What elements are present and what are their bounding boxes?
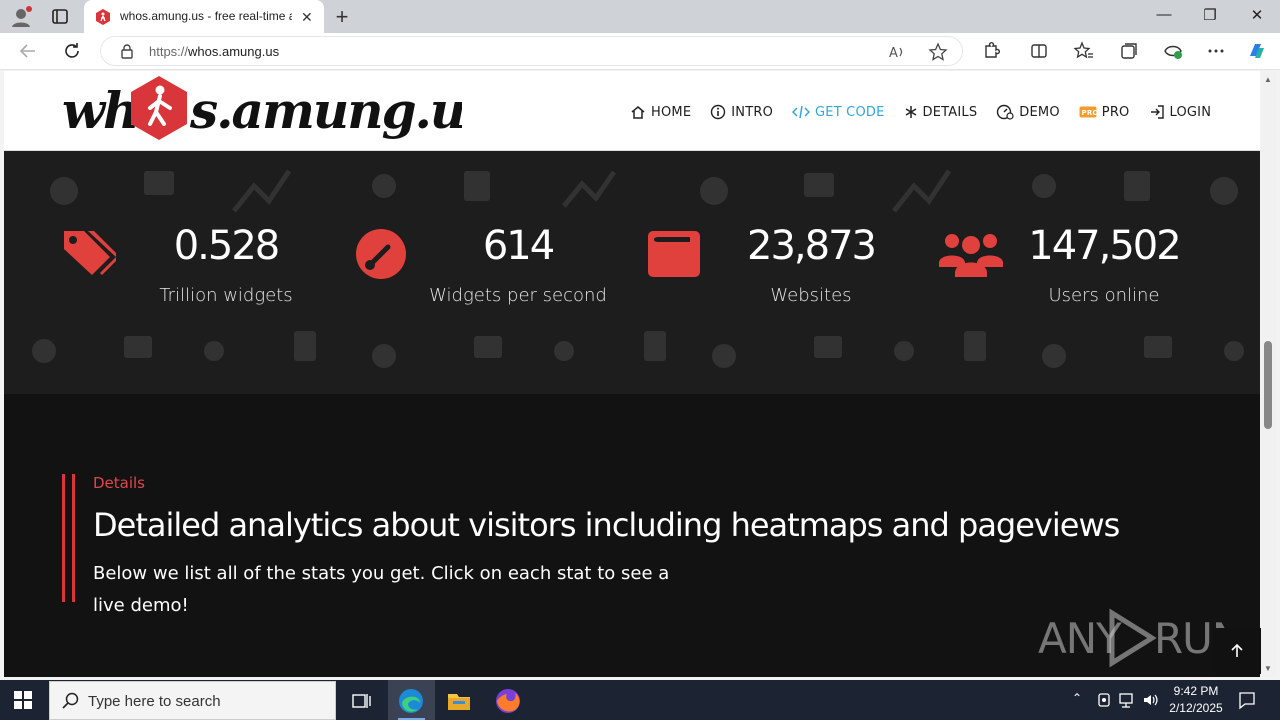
- url-text: https://whos.amung.us: [149, 44, 280, 59]
- back-icon[interactable]: [17, 40, 39, 62]
- page-viewport: wh s.amung.us HOME INTRO GET CODE DETAIL…: [4, 71, 1260, 677]
- file-explorer-icon[interactable]: [444, 686, 474, 716]
- site-favicon-icon: [95, 9, 111, 25]
- windows-start-icon[interactable]: [14, 691, 32, 709]
- main-menu: HOME INTRO GET CODE DETAILS DEMO PRO PRO: [630, 102, 1230, 122]
- accent-bar: [62, 474, 65, 602]
- arrow-up-icon: [1231, 643, 1243, 657]
- anyrun-watermark: ANY RUN: [1034, 605, 1243, 671]
- edge-browser-icon[interactable]: [396, 686, 426, 716]
- menu-login[interactable]: LOGIN: [1149, 102, 1212, 122]
- scrollbar-thumb[interactable]: [1264, 341, 1272, 429]
- section-lede: Below we list all of the stats you get. …: [93, 563, 670, 616]
- section-kicker: Details: [93, 474, 146, 492]
- favorites-icon[interactable]: [1073, 40, 1095, 62]
- read-aloud-icon[interactable]: A: [888, 43, 906, 61]
- login-icon: [1150, 105, 1164, 119]
- svg-text:PRO: PRO: [1081, 109, 1097, 117]
- site-logo[interactable]: wh s.amung.us: [62, 74, 462, 150]
- browser-toolbar: https://whos.amung.us A: [0, 33, 1280, 70]
- stat-label: Users online: [1048, 285, 1160, 306]
- background-pattern: [32, 169, 1244, 368]
- minimize-button[interactable]: —: [1154, 6, 1174, 23]
- menu-home[interactable]: HOME: [630, 102, 691, 122]
- network-icon[interactable]: [1118, 691, 1136, 709]
- windows-taskbar: Type here to search ⌃ 9:42 PM 2/12/2025: [0, 680, 1280, 720]
- page-scrollbar[interactable]: ▲ ▼: [1261, 71, 1276, 677]
- svg-text:s.amung.us: s.amung.us: [189, 81, 462, 140]
- stat-value: 0.528: [173, 223, 281, 269]
- clock-date: 2/12/2025: [1169, 701, 1223, 715]
- collections-icon[interactable]: [1118, 40, 1140, 62]
- menu-demo[interactable]: DEMO: [996, 102, 1060, 122]
- browser-tab-active[interactable]: whos.amung.us - free real-time analytics…: [84, 0, 324, 33]
- svg-text:A: A: [889, 46, 898, 61]
- gauge-icon: [356, 229, 406, 279]
- pro-badge-icon: PRO: [1079, 106, 1097, 118]
- favorite-star-icon[interactable]: [928, 42, 948, 62]
- section-headline: Detailed analytics about visitors includ…: [93, 506, 1120, 544]
- new-tab-button[interactable]: +: [332, 4, 352, 29]
- stat-value: 614: [482, 223, 555, 269]
- profile-avatar-icon[interactable]: [10, 6, 32, 28]
- tags-icon: [64, 231, 116, 275]
- tab-actions-icon[interactable]: [48, 6, 72, 28]
- dashboard-icon: [997, 104, 1014, 120]
- site-header: wh s.amung.us HOME INTRO GET CODE DETAIL…: [4, 71, 1260, 151]
- search-placeholder: Type here to search: [88, 693, 221, 710]
- accent-bar: [72, 474, 75, 602]
- taskbar-search-box[interactable]: Type here to search: [49, 681, 336, 720]
- stat-value: 147,502: [1028, 223, 1181, 269]
- browser-tab-bar: whos.amung.us - free real-time analytics…: [0, 0, 1280, 33]
- stat-label: Websites: [770, 285, 852, 306]
- extensions-icon[interactable]: [980, 40, 1002, 62]
- tray-device-icon[interactable]: [1096, 691, 1112, 709]
- info-icon: [711, 104, 726, 120]
- restore-button[interactable]: ❐: [1200, 6, 1220, 24]
- browser-essentials-icon[interactable]: [1162, 40, 1184, 62]
- close-window-button[interactable]: ✕: [1247, 6, 1267, 24]
- taskbar-clock[interactable]: 9:42 PM 2/12/2025: [1164, 683, 1228, 717]
- stats-band: 0.528 Trillion widgets 614 Widgets per s…: [4, 151, 1260, 394]
- menu-intro[interactable]: INTRO: [710, 102, 773, 122]
- split-screen-icon[interactable]: [1028, 40, 1050, 62]
- tab-title: whos.amung.us - free real-time analytics: [120, 9, 292, 23]
- stat-label: Trillion widgets: [159, 285, 293, 306]
- code-icon: [792, 105, 811, 119]
- back-to-top-button[interactable]: [1213, 628, 1261, 674]
- menu-pro[interactable]: PRO PRO: [1079, 102, 1130, 122]
- menu-get-code[interactable]: GET CODE: [792, 102, 885, 122]
- browser-window-icon: [648, 231, 700, 277]
- search-icon: [62, 692, 79, 709]
- volume-icon[interactable]: [1142, 691, 1160, 709]
- address-bar[interactable]: https://whos.amung.us A: [100, 36, 963, 66]
- scroll-down-icon[interactable]: ▼: [1264, 664, 1272, 673]
- svg-text:wh: wh: [62, 81, 137, 140]
- stat-label: Widgets per second: [429, 285, 607, 306]
- firefox-icon[interactable]: [493, 686, 523, 716]
- menu-details[interactable]: DETAILS: [904, 102, 978, 122]
- tab-close-icon[interactable]: ✕: [301, 9, 313, 26]
- asterisk-icon: [905, 106, 916, 118]
- scroll-up-icon[interactable]: ▲: [1264, 75, 1272, 84]
- stat-value: 23,873: [747, 223, 877, 269]
- notifications-icon[interactable]: [1237, 690, 1257, 710]
- clock-time: 9:42 PM: [1173, 684, 1219, 698]
- refresh-icon[interactable]: [61, 40, 83, 62]
- tray-overflow-icon[interactable]: ⌃: [1072, 691, 1082, 705]
- more-menu-icon[interactable]: [1205, 40, 1227, 62]
- copilot-icon[interactable]: [1246, 40, 1268, 62]
- home-icon: [631, 106, 645, 119]
- lock-icon[interactable]: [119, 43, 135, 59]
- task-view-icon[interactable]: [346, 686, 376, 716]
